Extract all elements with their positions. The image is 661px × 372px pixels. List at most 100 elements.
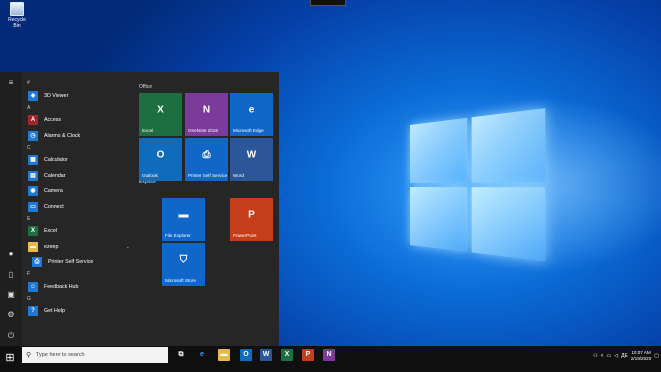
- user-icon[interactable]: ●: [6, 249, 16, 259]
- clock[interactable]: 10:07 AM 2/19/2020: [631, 350, 651, 362]
- document-icon[interactable]: ▯: [6, 270, 16, 280]
- app-item[interactable]: ? Get Help: [24, 304, 134, 320]
- tile-label: Excel: [142, 128, 154, 133]
- app-list: # ◈ 3D Viewer A A Access ◷ Alarms & Clock C ▦ Calc…: [24, 79, 134, 319]
- network-icon[interactable]: ▭: [607, 353, 612, 359]
- powerpoint-icon[interactable]: P: [302, 349, 314, 361]
- tile-label: Word: [233, 173, 244, 178]
- folder-icon: ▬: [28, 241, 38, 252]
- app-item[interactable]: ◉ Camera: [24, 184, 134, 200]
- app-label: Excel: [44, 228, 57, 235]
- store-icon: ⛉: [179, 254, 188, 266]
- tile-label: Outlook: [142, 173, 158, 178]
- app-label: Calculator: [44, 157, 68, 164]
- word-icon[interactable]: W: [260, 349, 272, 361]
- app-item[interactable]: ▤ Calendar: [24, 168, 134, 184]
- app-item[interactable]: ☺ Feedback Hub: [24, 279, 134, 295]
- start-menu: ≡ ● ▯ ▣ ⚙ ⏻ # ◈ 3D Viewer A A Access ◷ Alarms & Cloc…: [0, 72, 279, 346]
- search-icon: ⚲: [26, 352, 32, 359]
- app-item[interactable]: ▦ Calculator: [24, 153, 134, 169]
- power-icon[interactable]: ⏻: [6, 331, 16, 341]
- chevron-up-icon[interactable]: ˄: [601, 353, 604, 359]
- tile[interactable]: N OneNote 2016: [185, 93, 228, 136]
- clock-date: 2/19/2020: [630, 356, 652, 361]
- settings-icon[interactable]: ⚙: [6, 310, 16, 320]
- start-rail: ≡ ● ▯ ▣ ⚙ ⏻: [0, 72, 22, 346]
- file-explorer-icon[interactable]: ▬: [218, 349, 230, 361]
- tile-label: PowerPoint: [233, 233, 257, 238]
- app-label: Access: [44, 117, 62, 124]
- edge-icon: e: [248, 104, 255, 116]
- system-tray: ⚇ ˄ ▭ ◁ ДЕ 10:07 AM 2/19/2020 ▢: [593, 348, 659, 364]
- folder-icon: ▬: [178, 209, 189, 221]
- edge-icon[interactable]: e: [196, 349, 208, 361]
- tile[interactable]: X Excel: [139, 93, 182, 136]
- app-item[interactable]: ▬ ezeep ⌄: [24, 239, 134, 255]
- outlook-icon[interactable]: O: [240, 349, 252, 361]
- app-label: ezeep: [44, 243, 59, 250]
- app-label: Get Help: [44, 308, 65, 315]
- group-letter[interactable]: C: [24, 144, 134, 153]
- app-item[interactable]: ◷ Alarms & Clock: [24, 128, 134, 144]
- person-icon[interactable]: ⚇: [593, 353, 597, 359]
- app-item[interactable]: X Excel: [24, 224, 134, 240]
- tile-label: Microsoft Store: [165, 278, 196, 283]
- excel-icon: X: [28, 226, 38, 237]
- tile-label: File Explorer: [165, 233, 191, 238]
- hamburger-icon[interactable]: ≡: [6, 78, 16, 88]
- task-view-icon[interactable]: ⧉: [175, 349, 187, 361]
- recycle-bin-label: Recycle Bin: [8, 17, 26, 29]
- tile-label: Printer Self Service: [188, 173, 228, 178]
- notifications-icon[interactable]: ▢: [654, 353, 659, 359]
- tile-label: OneNote 2016: [188, 128, 218, 133]
- group-letter[interactable]: E: [24, 215, 134, 224]
- recycle-bin-icon: [10, 2, 24, 16]
- cube-icon: ◈: [28, 90, 38, 101]
- group-letter[interactable]: #: [24, 79, 134, 88]
- outlook-icon: O: [156, 149, 165, 161]
- search-box[interactable]: ⚲ Type here to search: [22, 347, 168, 363]
- app-label: Camera: [44, 188, 63, 195]
- onenote-icon: N: [202, 104, 211, 116]
- app-label: Calendar: [44, 172, 66, 179]
- pictures-icon[interactable]: ▣: [6, 290, 16, 300]
- search-placeholder: Type here to search: [36, 352, 85, 358]
- excel-icon: X: [157, 104, 164, 116]
- start-button[interactable]: ⊞: [4, 352, 16, 364]
- app-label: Feedback Hub: [44, 283, 79, 290]
- app-item[interactable]: ◈ 3D Viewer: [24, 88, 134, 104]
- tile[interactable]: ⎙ Printer Self Service: [185, 138, 228, 181]
- tile-label: Microsoft Edge: [233, 128, 264, 133]
- tile[interactable]: ▬ File Explorer: [162, 198, 205, 241]
- taskbar: ⊞ ⚲ Type here to search ⧉ e ▬ O W X P N ⚇ ˄ ▭ ◁…: [0, 346, 661, 372]
- chevron-down-icon: ⌄: [125, 243, 130, 250]
- recycle-bin[interactable]: Recycle Bin: [4, 2, 30, 29]
- tile[interactable]: P PowerPoint: [230, 198, 273, 241]
- tile[interactable]: O Outlook: [139, 138, 182, 181]
- tile[interactable]: ⛉ Microsoft Store: [162, 243, 205, 286]
- windows-logo-wallpaper: [410, 108, 548, 264]
- volume-icon[interactable]: ◁: [614, 353, 618, 359]
- app-label: 3D Viewer: [44, 92, 69, 99]
- app-item[interactable]: A Access: [24, 113, 134, 129]
- group-letter[interactable]: G: [24, 295, 134, 304]
- app-item[interactable]: ⎙ Printer Self Service: [24, 255, 134, 271]
- camera-icon: ◉: [28, 186, 38, 197]
- remote-session-bar[interactable]: [310, 0, 346, 6]
- tile[interactable]: e Microsoft Edge: [230, 93, 273, 136]
- connect-icon: ▭: [28, 201, 38, 212]
- group-letter[interactable]: F: [24, 270, 134, 279]
- app-item[interactable]: ▭ Connect: [24, 199, 134, 215]
- printer-icon: ⎙: [202, 149, 211, 161]
- language-indicator[interactable]: ДЕ: [621, 353, 628, 359]
- calendar-icon: ▤: [28, 170, 38, 181]
- group-letter[interactable]: A: [24, 104, 134, 113]
- excel-icon[interactable]: X: [281, 349, 293, 361]
- onenote-icon[interactable]: N: [323, 349, 335, 361]
- calculator-icon: ▦: [28, 155, 38, 166]
- tile[interactable]: W Word: [230, 138, 273, 181]
- app-label: Connect: [44, 203, 64, 210]
- powerpoint-icon: P: [248, 209, 255, 221]
- printer-icon: ⎙: [32, 257, 42, 268]
- alarm-clock-icon: ◷: [28, 130, 38, 141]
